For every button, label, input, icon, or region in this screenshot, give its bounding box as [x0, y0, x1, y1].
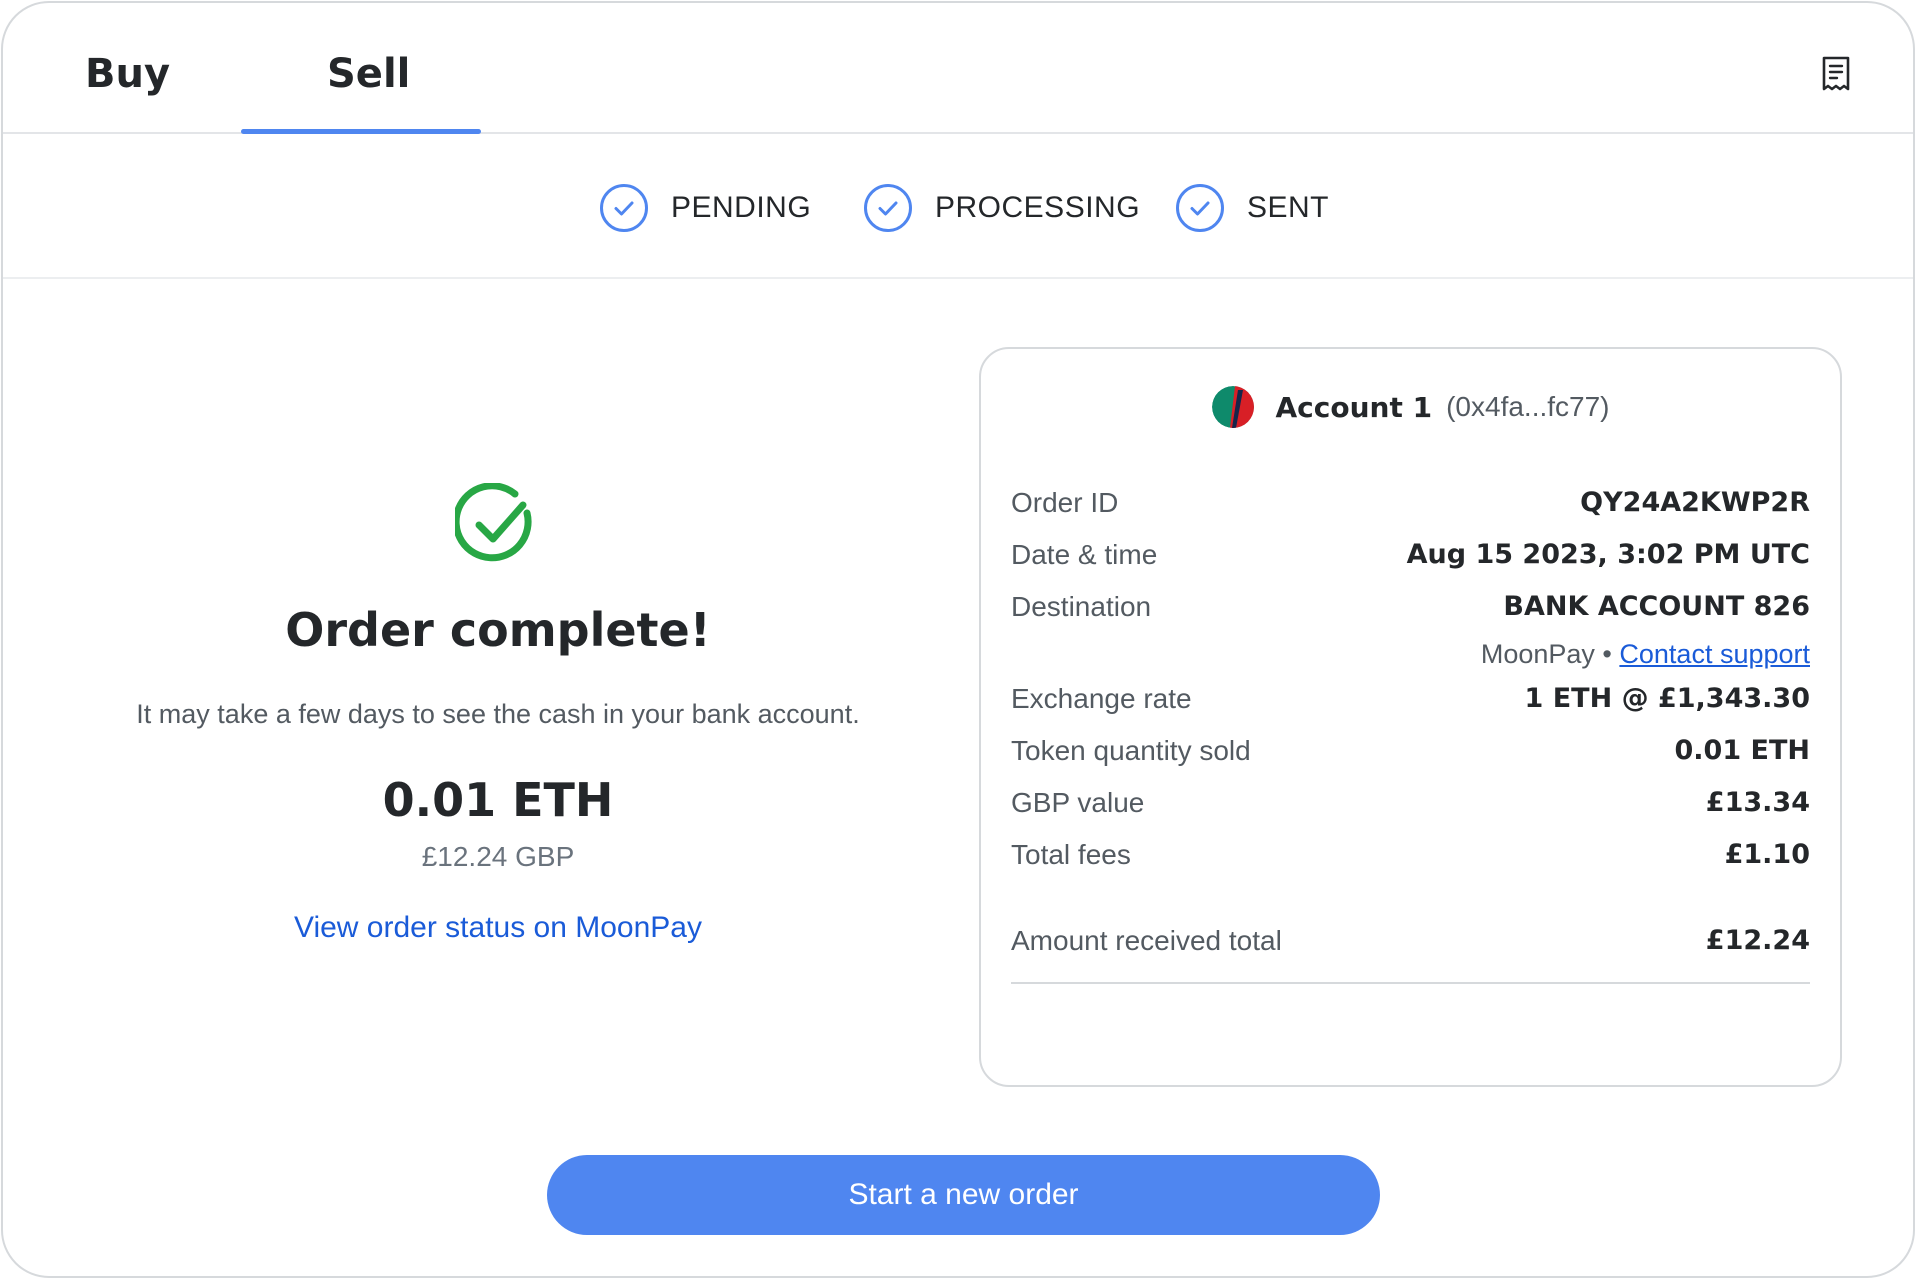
- detail-row-gbp-value: GBP value £13.34: [1011, 787, 1810, 827]
- order-progress-steps: PENDING PROCESSING SENT: [3, 134, 1913, 279]
- order-id-value: QY24A2KWP2R: [1580, 487, 1810, 518]
- provider-name: MoonPay: [1480, 639, 1595, 669]
- account-header: Account 1 (0x4fa...fc77): [981, 381, 1840, 433]
- detail-label: Token quantity sold: [1011, 735, 1251, 766]
- separator-dot: •: [1602, 639, 1612, 669]
- account-name: Account 1: [1275, 390, 1433, 424]
- detail-label: GBP value: [1011, 787, 1145, 818]
- detail-row-total-fees: Total fees £1.10: [1011, 839, 1810, 879]
- provider-line: MoonPay • Contact support: [1481, 639, 1810, 670]
- step-label: PROCESSING: [935, 191, 1141, 224]
- detail-row-exchange-rate: Exchange rate 1 ETH @ £1,343.30: [1011, 683, 1810, 723]
- amount-received-value: £12.24: [1705, 925, 1810, 956]
- receipt-icon[interactable]: [1819, 55, 1853, 93]
- detail-label: Date & time: [1011, 539, 1158, 570]
- detail-label: Exchange rate: [1011, 683, 1192, 714]
- check-circle-icon: [864, 184, 912, 232]
- step-processing: PROCESSING: [863, 182, 1140, 234]
- detail-label: Total fees: [1011, 839, 1131, 870]
- success-check-icon: [455, 483, 532, 562]
- card-divider: [1011, 982, 1810, 984]
- order-complete-subtitle: It may take a few days to see the cash i…: [136, 699, 860, 729]
- destination-value: BANK ACCOUNT 826: [1503, 591, 1810, 622]
- check-circle-icon: [600, 184, 648, 232]
- crypto-amount: 0.01 ETH: [382, 773, 614, 827]
- buy-sell-tabs: Buy Sell: [3, 3, 1913, 134]
- view-order-status-link[interactable]: View order status on MoonPay: [3, 911, 993, 945]
- detail-row-order-id: Order ID QY24A2KWP2R: [1011, 487, 1810, 527]
- detail-label: Destination: [1011, 591, 1152, 622]
- step-label: PENDING: [671, 191, 812, 224]
- token-quantity-value: 0.01 ETH: [1674, 735, 1810, 766]
- tab-sell[interactable]: Sell: [327, 51, 410, 97]
- step-pending: PENDING: [599, 182, 811, 234]
- total-fees-value: £1.10: [1724, 839, 1810, 870]
- order-complete-panel: Buy Sell PENDING PROCESSING SENT Order c…: [1, 1, 1915, 1278]
- fiat-amount: £12.24 GBP: [421, 841, 575, 872]
- detail-row-amount-received: Amount received total £12.24: [1011, 925, 1810, 965]
- gbp-value-value: £13.34: [1705, 787, 1810, 818]
- step-label: SENT: [1247, 191, 1330, 224]
- check-circle-icon: [1176, 184, 1224, 232]
- detail-row-destination: Destination BANK ACCOUNT 826: [1011, 591, 1810, 631]
- tab-buy[interactable]: Buy: [85, 51, 170, 97]
- view-order-status-label[interactable]: View order status on MoonPay: [294, 911, 702, 944]
- detail-label: Amount received total: [1011, 925, 1282, 956]
- detail-row-token-quantity: Token quantity sold 0.01 ETH: [1011, 735, 1810, 775]
- exchange-rate-value: 1 ETH @ £1,343.30: [1524, 683, 1810, 714]
- detail-label: Order ID: [1011, 487, 1119, 518]
- account-address: (0x4fa...fc77): [1446, 391, 1610, 422]
- account-avatar: [1211, 386, 1254, 428]
- step-sent: SENT: [1175, 182, 1329, 234]
- date-time-value: Aug 15 2023, 3:02 PM UTC: [1406, 539, 1810, 570]
- start-new-order-button[interactable]: Start a new order: [547, 1155, 1380, 1235]
- detail-row-date-time: Date & time Aug 15 2023, 3:02 PM UTC: [1011, 539, 1810, 579]
- contact-support-link[interactable]: Contact support: [1619, 639, 1810, 669]
- order-complete-title: Order complete!: [285, 603, 711, 657]
- order-details-card: Account 1 (0x4fa...fc77) Order ID QY24A2…: [979, 347, 1842, 1087]
